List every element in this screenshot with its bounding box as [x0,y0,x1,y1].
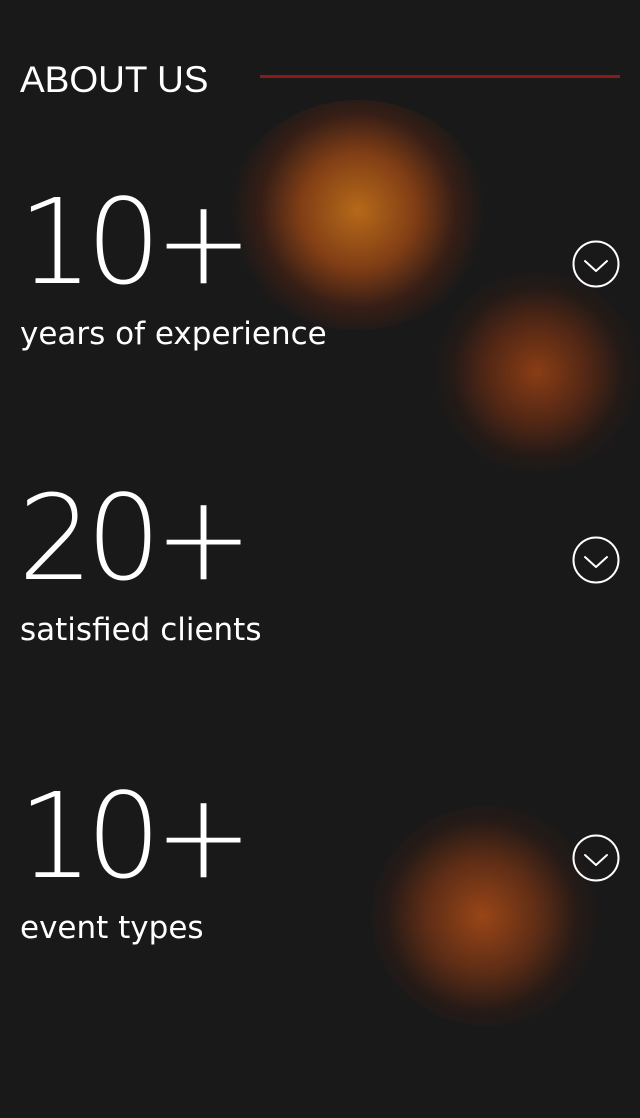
expand-toggle-button[interactable] [572,834,620,882]
stat-label: event types [20,910,204,946]
stat-value: 20+ [18,469,253,607]
stat-value: 10+ [18,173,253,311]
stat-label: years of experience [20,316,327,352]
section-title: ABOUT US [20,59,209,100]
expand-toggle-button[interactable] [572,240,620,288]
expand-toggle-button[interactable] [572,536,620,584]
stat-item-event-types: 10+ event types [0,776,640,1006]
stat-item-clients: 20+ satisfied clients [0,478,640,708]
stat-value: 10+ [18,767,253,905]
about-us-header: ABOUT US [20,52,620,108]
stat-label: satisfied clients [20,612,262,648]
chevron-down-icon [572,834,620,882]
chevron-down-icon [572,536,620,584]
accent-divider [260,75,620,78]
stat-item-experience: 10+ years of experience [0,182,640,412]
chevron-down-icon [572,240,620,288]
